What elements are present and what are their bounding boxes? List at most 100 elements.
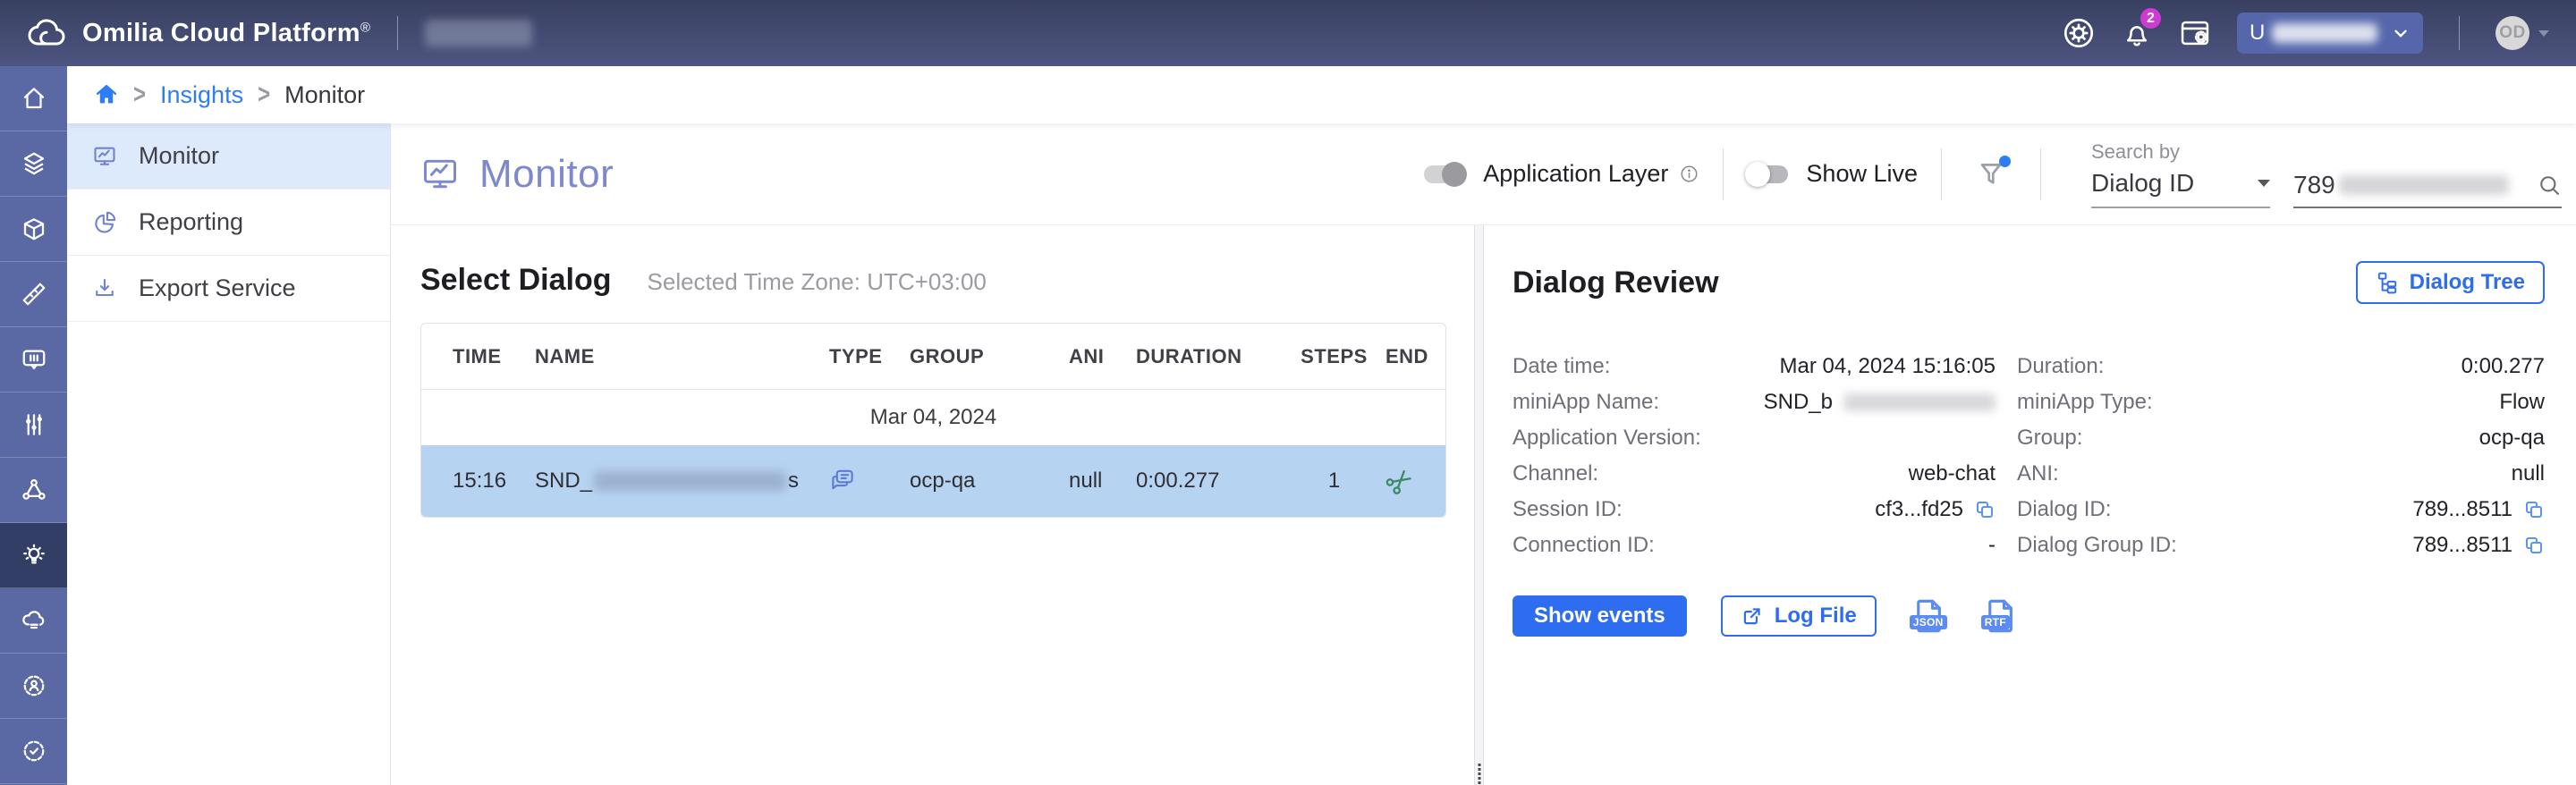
sidebar-item-label: Monitor — [139, 142, 219, 170]
copy-icon[interactable] — [2523, 535, 2545, 556]
chat-icon — [21, 346, 47, 373]
col-duration: DURATION — [1136, 345, 1283, 368]
table-row-selected[interactable]: 15:16 SND_ s ocp-qa null 0:00.277 1 — [421, 445, 1445, 517]
copy-icon[interactable] — [2523, 499, 2545, 520]
download-rtf-icon[interactable]: RTF — [1982, 596, 2020, 636]
user-menu[interactable]: OD — [2496, 16, 2549, 50]
field-ani: ANI: null — [2017, 456, 2545, 492]
cloud-icon — [21, 607, 47, 634]
search-icon[interactable] — [2537, 173, 2562, 198]
filter-funnel-icon[interactable] — [1976, 159, 2006, 190]
home-icon[interactable] — [94, 82, 119, 107]
cell-time: 15:16 — [453, 468, 535, 494]
chat-bubbles-icon — [829, 468, 910, 494]
table-date-row: Mar 04, 2024 — [421, 390, 1445, 445]
field-dialog-group-id: Dialog Group ID: 789...8511 — [2017, 528, 2545, 563]
download-json-icon[interactable]: JSON — [1911, 596, 1948, 636]
search-by-label: Search by — [2091, 140, 2562, 164]
show-live-label: Show Live — [1806, 160, 1918, 188]
field-connection-id: Connection ID: - — [1513, 528, 1996, 563]
field-duration: Duration: 0:00.277 — [2017, 349, 2545, 384]
cell-name: SND_ s — [535, 468, 829, 494]
notifications-bell-icon[interactable]: 2 — [2121, 17, 2153, 49]
external-link-icon — [1741, 604, 1764, 628]
sidebar-item-monitor[interactable]: Monitor — [67, 123, 390, 190]
cell-steps: 1 — [1328, 468, 1340, 494]
rail-item-sliders[interactable] — [0, 392, 67, 458]
log-file-button[interactable]: Log File — [1721, 595, 1877, 637]
rail-item-chat[interactable] — [0, 327, 67, 392]
blocks-icon — [21, 215, 47, 242]
rail-item-service-settings[interactable] — [0, 719, 67, 784]
rail-item-cloud[interactable] — [0, 588, 67, 654]
application-layer-label: Application Layer — [1483, 160, 1668, 188]
timezone-label: Selected Time Zone: UTC+03:00 — [648, 268, 987, 296]
search-input[interactable]: 789 — [2293, 171, 2562, 208]
rail-item-user-settings[interactable] — [0, 654, 67, 719]
page-title: Monitor — [479, 152, 614, 197]
rail-item-blocks[interactable] — [0, 197, 67, 262]
divider — [2040, 148, 2041, 200]
app-title: Omilia Cloud Platform® — [82, 19, 370, 48]
field-channel: Channel: web-chat — [1513, 456, 1996, 492]
sidebar-item-export-service[interactable]: Export Service — [67, 256, 390, 322]
breadcrumb-monitor: Monitor — [284, 81, 365, 109]
home-icon — [21, 85, 47, 112]
layers-icon — [21, 150, 47, 177]
redacted-header-item — [425, 20, 532, 46]
search-value-prefix: 789 — [2293, 171, 2335, 199]
application-layer-toggle[interactable] — [1424, 165, 1465, 183]
chevron-down-icon — [2391, 23, 2411, 43]
download-icon — [92, 276, 117, 301]
redacted-miniapp-name — [1843, 393, 1996, 411]
service-settings-icon — [21, 738, 47, 764]
splitter-drag-handle-icon[interactable] — [1478, 764, 1480, 784]
breadcrumb: > Insights > Monitor — [94, 81, 365, 109]
rail-item-layers[interactable] — [0, 131, 67, 197]
field-group: Group: ocp-qa — [2017, 420, 2545, 456]
user-group-dropdown[interactable]: U — [2237, 13, 2423, 54]
dialog-review-actions: Show events Log File JSON RTF — [1513, 595, 2545, 637]
search-field-select[interactable]: Dialog ID — [2091, 169, 2270, 208]
breadcrumb-separator: > — [258, 80, 270, 111]
select-dialog-heading: Select Dialog — [420, 263, 612, 298]
insights-sidebar: Monitor Reporting Export Service — [67, 123, 391, 785]
info-icon[interactable] — [1679, 164, 1699, 184]
registered-mark: ® — [360, 20, 370, 35]
design-ruler-icon — [21, 281, 47, 308]
sidebar-item-label: Reporting — [139, 208, 243, 236]
monitor-controls: Application Layer Show Live Search by Di… — [1424, 140, 2562, 208]
col-ani: ANI — [1069, 345, 1136, 368]
theme-settings-icon[interactable] — [2062, 16, 2096, 50]
cell-duration: 0:00.277 — [1136, 468, 1283, 494]
app-rail — [0, 66, 67, 785]
browser-settings-icon[interactable] — [2178, 16, 2212, 50]
copy-icon[interactable] — [1974, 499, 1996, 520]
cell-ani: null — [1069, 468, 1136, 494]
breadcrumb-insights[interactable]: Insights — [160, 81, 243, 109]
col-time: TIME — [453, 345, 535, 368]
monitor-icon — [92, 144, 117, 169]
main-content: Monitor Application Layer Show Live Sear… — [391, 66, 2576, 785]
field-date-time: Date time: Mar 04, 2024 15:16:05 — [1513, 349, 1996, 384]
tree-icon — [2376, 271, 2399, 294]
network-icon — [21, 477, 47, 503]
dialog-review-fields: Date time: Mar 04, 2024 15:16:05 miniApp… — [1513, 349, 2545, 563]
col-end: END — [1385, 345, 1445, 368]
sidebar-item-reporting[interactable]: Reporting — [67, 190, 390, 256]
search-field-selected: Dialog ID — [2091, 169, 2194, 198]
rail-item-insights[interactable] — [0, 523, 67, 588]
pie-chart-icon — [92, 210, 117, 235]
rail-item-design-ruler[interactable] — [0, 262, 67, 327]
user-settings-icon — [21, 672, 47, 699]
panel-splitter[interactable] — [1474, 225, 1484, 785]
dialog-tree-button[interactable]: Dialog Tree — [2356, 261, 2545, 304]
show-events-button[interactable]: Show events — [1513, 595, 1687, 637]
rail-item-network[interactable] — [0, 458, 67, 523]
sliders-icon — [21, 411, 47, 438]
show-live-toggle[interactable] — [1747, 165, 1788, 183]
rtf-badge: RTF — [1981, 615, 2010, 629]
rail-item-home[interactable] — [0, 66, 67, 131]
avatar[interactable]: OD — [2496, 16, 2529, 50]
field-application-version: Application Version: — [1513, 420, 1996, 456]
